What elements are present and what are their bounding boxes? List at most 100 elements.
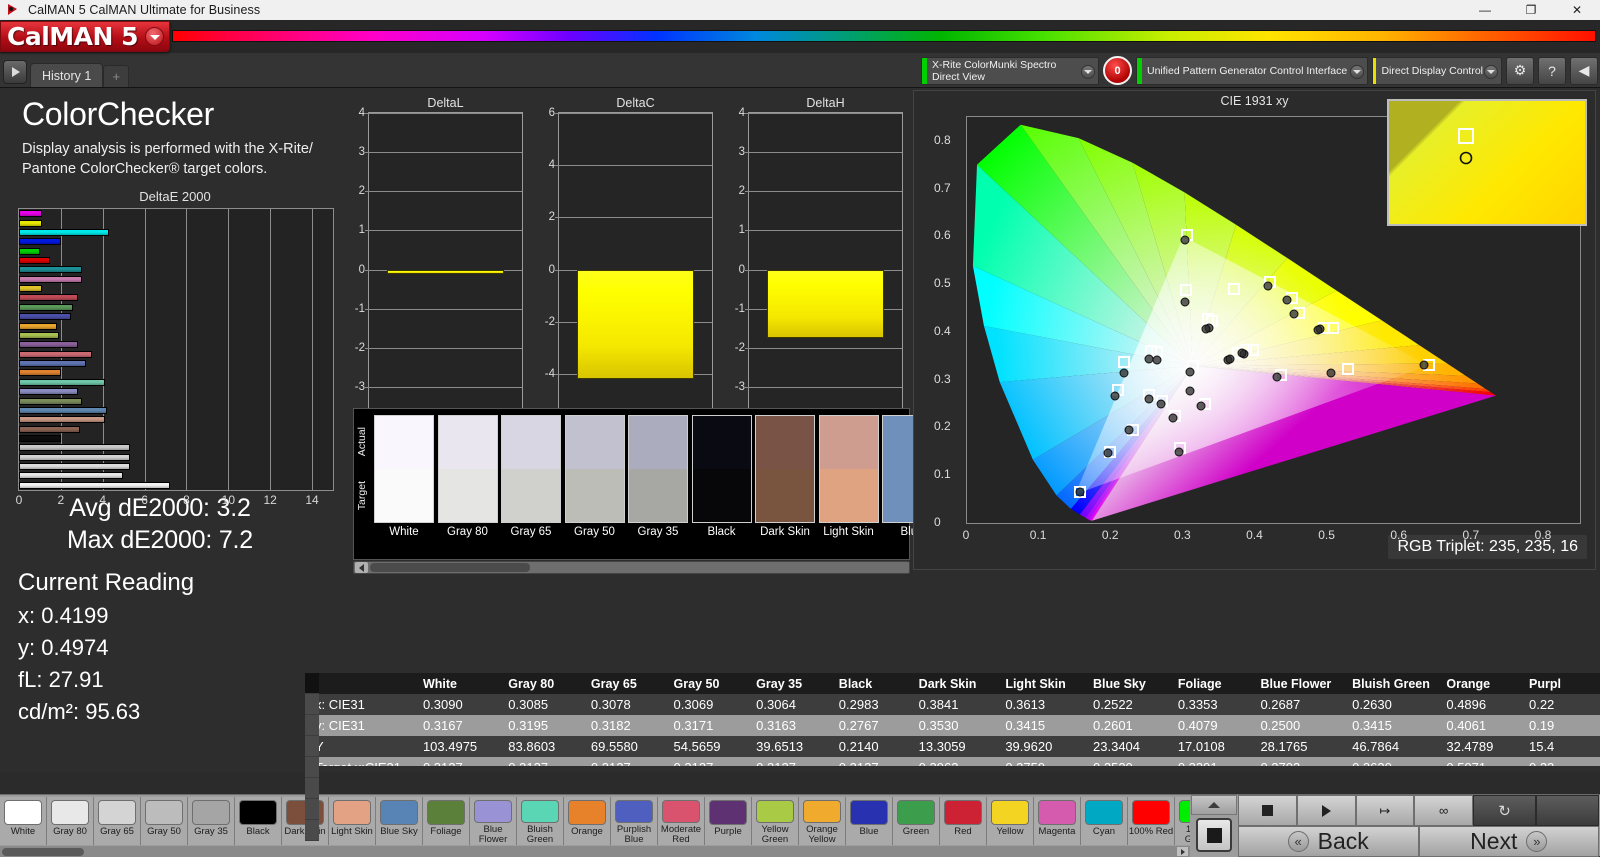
color-patch-button[interactable]: Purplish Blue	[611, 797, 658, 845]
add-tab-button[interactable]: +	[103, 65, 129, 87]
table-cell: 0.3127	[417, 757, 502, 766]
color-patch-button[interactable]: Cyan	[1081, 797, 1128, 845]
swatch-actual	[756, 416, 814, 469]
color-patch-button[interactable]: Magenta	[1034, 797, 1081, 845]
swatch-item[interactable]: Dark Skin	[755, 415, 815, 538]
swatch-item[interactable]: Gray 35	[628, 415, 688, 538]
workflow-play-button[interactable]	[3, 60, 27, 84]
color-patch-button[interactable]: Bluish Green	[517, 797, 564, 845]
color-patch-button[interactable]: Light Skin	[329, 797, 376, 845]
scroll-right-icon[interactable]	[1177, 847, 1188, 856]
patch-strip-scrollbar[interactable]	[0, 846, 1190, 857]
color-patch-button[interactable]: Gray 35	[188, 797, 235, 845]
color-patch-button[interactable]: Blue Sky	[376, 797, 423, 845]
table-cell: 46.7864	[1346, 736, 1440, 757]
record-button[interactable]	[1536, 795, 1599, 826]
color-patch-button[interactable]: Black	[235, 797, 282, 845]
color-patch-button[interactable]: Blue Flower	[470, 797, 517, 845]
refresh-button[interactable]: ↻	[1473, 795, 1536, 826]
swatch-item[interactable]: Gray 50	[565, 415, 625, 538]
cie-measured-marker	[1144, 394, 1153, 403]
device-display-control-selector[interactable]: Direct Display Control	[1372, 57, 1502, 85]
expand-up-button[interactable]	[1191, 795, 1237, 815]
color-patch-button[interactable]: Red	[940, 797, 987, 845]
swatch-item[interactable]: White	[374, 415, 434, 538]
reading-y: y: 0.4974	[18, 635, 350, 661]
swatch-item[interactable]: Gray 65	[501, 415, 561, 538]
color-patch-button[interactable]: Foliage	[423, 797, 470, 845]
gridline	[369, 348, 522, 349]
table-cell: 0.3759	[999, 757, 1087, 766]
settings-button[interactable]: ⚙	[1506, 57, 1534, 85]
next-button[interactable]: Next »	[1419, 826, 1600, 857]
patch-swatch	[615, 800, 653, 823]
color-patch-button[interactable]: Blue	[846, 797, 893, 845]
deltae-chart: 02468101214	[18, 208, 334, 491]
continuous-measure-button[interactable]: ∞	[1414, 795, 1473, 826]
color-patch-button[interactable]: Green	[893, 797, 940, 845]
help-button[interactable]: ?	[1538, 57, 1566, 85]
table-cell: 0.3353	[1172, 694, 1255, 715]
scrollbar-thumb[interactable]	[2, 848, 84, 856]
minimize-button[interactable]: —	[1462, 0, 1508, 20]
color-patch-button[interactable]: Moderate Red	[658, 797, 705, 845]
collapse-panel-button[interactable]: ◀	[1570, 57, 1598, 85]
color-patch-button[interactable]: 100% Red	[1128, 797, 1175, 845]
chevron-down-icon[interactable]	[145, 27, 164, 46]
chevron-down-icon[interactable]	[1081, 65, 1095, 79]
color-patch-button[interactable]: Gray 80	[47, 797, 94, 845]
table-cell: 0.3841	[913, 694, 1000, 715]
close-button[interactable]: ✕	[1554, 0, 1600, 20]
tab-history-1[interactable]: History 1	[30, 63, 103, 87]
color-patch-button[interactable]: Gray 65	[94, 797, 141, 845]
color-patch-button[interactable]: 100% Green	[1175, 797, 1190, 845]
measure-range-button[interactable]: ↦	[1356, 795, 1415, 826]
patch-label: Gray 65	[94, 827, 140, 837]
swatch-item[interactable]: Black	[692, 415, 752, 538]
measurements-table-wrapper[interactable]: WhiteGray 80Gray 65Gray 50Gray 35BlackDa…	[305, 673, 1600, 766]
color-patch-button[interactable]: Orange Yellow	[799, 797, 846, 845]
chevron-down-icon[interactable]	[1350, 65, 1364, 79]
patch-label: 100% Green	[1175, 825, 1190, 845]
deltae-bar	[19, 313, 71, 320]
pattern-window-button[interactable]	[1196, 818, 1232, 852]
play-button[interactable]	[1297, 795, 1356, 826]
calman-logo-button[interactable]: CalMAN 5	[0, 21, 170, 52]
patch-label: Magenta	[1034, 827, 1080, 837]
color-patch-button[interactable]: Purple	[705, 797, 752, 845]
device-meter-mode: Direct View	[932, 71, 1056, 83]
color-patch-button[interactable]: Yellow	[987, 797, 1034, 845]
color-patch-button[interactable]: Gray 50	[141, 797, 188, 845]
color-patch-button[interactable]: White	[0, 797, 47, 845]
scroll-left-icon[interactable]	[355, 562, 368, 573]
swatch-label: Gray 50	[565, 526, 625, 538]
stop-button[interactable]	[1238, 795, 1297, 826]
axis-tick-label: 0	[359, 264, 365, 276]
gridline	[312, 209, 313, 490]
swatch-strip-scrollbar[interactable]	[353, 561, 910, 574]
swatch-label: Black	[692, 526, 752, 538]
scrollbar-thumb[interactable]	[370, 563, 530, 572]
swatch-actual-label: Actual	[356, 427, 370, 456]
table-cell: 0.2687	[1254, 694, 1346, 715]
gridline	[228, 209, 229, 490]
patch-swatch	[709, 800, 747, 825]
table-cell: 0.19	[1523, 715, 1600, 736]
color-patch-button[interactable]: Orange	[564, 797, 611, 845]
back-button[interactable]: « Back	[1238, 826, 1419, 857]
swatch-item[interactable]: Gray 80	[438, 415, 498, 538]
meter-action-buttons: ↦ ∞	[1238, 795, 1473, 826]
device-pattern-generator-selector[interactable]: Unified Pattern Generator Control Interf…	[1136, 57, 1368, 85]
patch-swatch	[568, 800, 606, 825]
patch-swatch	[380, 800, 418, 825]
table-row: y: CIE310.31670.31950.31820.31710.31630.…	[305, 715, 1600, 736]
color-patch-button[interactable]: Yellow Green	[752, 797, 799, 845]
deltae-bar	[19, 220, 42, 227]
deltah-title: DeltaH	[748, 96, 903, 110]
maximize-button[interactable]: ❐	[1508, 0, 1554, 20]
patch-swatch	[662, 800, 700, 823]
chevron-down-icon[interactable]	[1484, 65, 1498, 79]
swatch-item[interactable]: Light Skin	[819, 415, 879, 538]
patch-swatch	[756, 800, 794, 823]
device-meter-selector[interactable]: X-Rite ColorMunki Spectro Direct View	[921, 57, 1099, 85]
